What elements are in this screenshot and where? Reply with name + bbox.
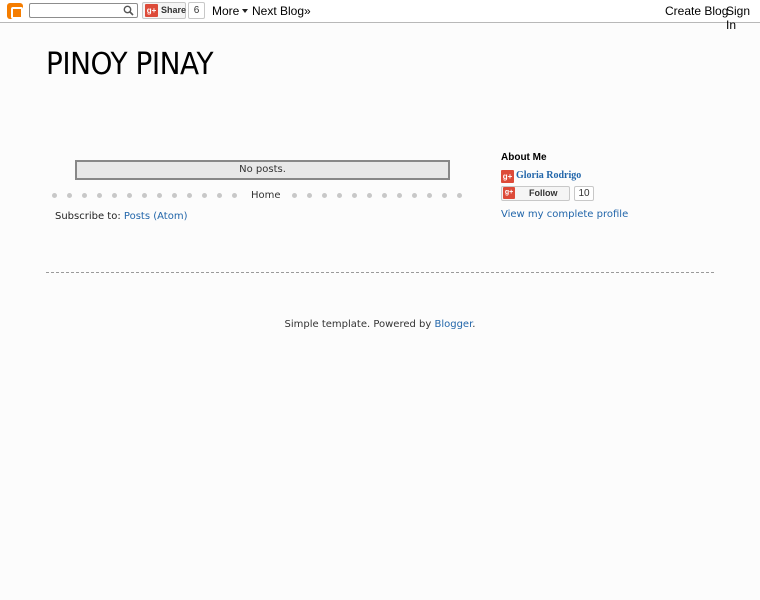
divider-dot (397, 193, 402, 198)
divider-dot (142, 193, 147, 198)
google-plus-icon: g+ (503, 187, 515, 199)
follow-label: Follow (529, 188, 558, 198)
divider-dot (217, 193, 222, 198)
more-label: More (212, 4, 240, 18)
home-link[interactable]: Home (247, 190, 285, 201)
profile-name-link[interactable]: Gloria Rodrigo (516, 170, 581, 181)
divider-dot (67, 193, 72, 198)
sign-in-link[interactable]: Sign In (726, 4, 760, 32)
search-field[interactable] (29, 3, 138, 18)
blogger-navbar: g+ Share 6 More Next Blog» Create Blog S… (0, 0, 760, 32)
divider-dot (157, 193, 162, 198)
subscribe-line: Subscribe to: Posts (Atom) (55, 211, 187, 222)
blog-title[interactable]: PINOY PINAY (46, 47, 214, 82)
divider-dot (412, 193, 417, 198)
divider-dot (82, 193, 87, 198)
next-blog-link[interactable]: Next Blog» (252, 4, 311, 18)
search-icon[interactable] (123, 5, 134, 16)
divider-dot (112, 193, 117, 198)
follower-count-badge: 10 (574, 186, 594, 201)
divider-dot (127, 193, 132, 198)
footer-attribution: Simple template. Powered by Blogger. (0, 319, 760, 330)
divider-dot (352, 193, 357, 198)
subscribe-posts-atom-link[interactable]: Posts (Atom) (124, 211, 188, 222)
divider-dot (52, 193, 57, 198)
follow-button[interactable]: g+ Follow (501, 186, 570, 201)
blogger-link[interactable]: Blogger (434, 319, 472, 330)
create-blog-link[interactable]: Create Blog (665, 4, 728, 18)
google-plus-icon: g+ (145, 4, 158, 17)
share-label: Share (161, 5, 187, 15)
about-me-heading: About Me (501, 152, 547, 163)
divider-dot (232, 193, 237, 198)
divider-dot (97, 193, 102, 198)
divider-dot (202, 193, 207, 198)
divider-dot (457, 193, 462, 198)
attribution-prefix: Simple template. Powered by (284, 319, 435, 330)
divider-dot (382, 193, 387, 198)
divider-dot (367, 193, 372, 198)
google-plus-profile-icon[interactable]: g+ (501, 170, 514, 183)
divider-dot (187, 193, 192, 198)
divider-dot (172, 193, 177, 198)
divider-dot (427, 193, 432, 198)
divider-dot (322, 193, 327, 198)
attribution-suffix: . (472, 319, 476, 330)
divider-dot (292, 193, 297, 198)
divider-dot (337, 193, 342, 198)
no-posts-message: No posts. (75, 160, 450, 180)
divider-dot (307, 193, 312, 198)
subscribe-prefix: Subscribe to: (55, 211, 124, 222)
more-menu-button[interactable]: More (212, 4, 249, 18)
chevron-down-icon (242, 9, 249, 13)
share-button[interactable]: g+ Share (142, 2, 186, 19)
footer-divider (46, 272, 714, 273)
blogger-logo-icon[interactable] (7, 3, 23, 19)
share-count-badge: 6 (188, 2, 205, 19)
divider-dot (442, 193, 447, 198)
search-input[interactable] (32, 4, 120, 17)
view-complete-profile-link[interactable]: View my complete profile (501, 209, 628, 220)
